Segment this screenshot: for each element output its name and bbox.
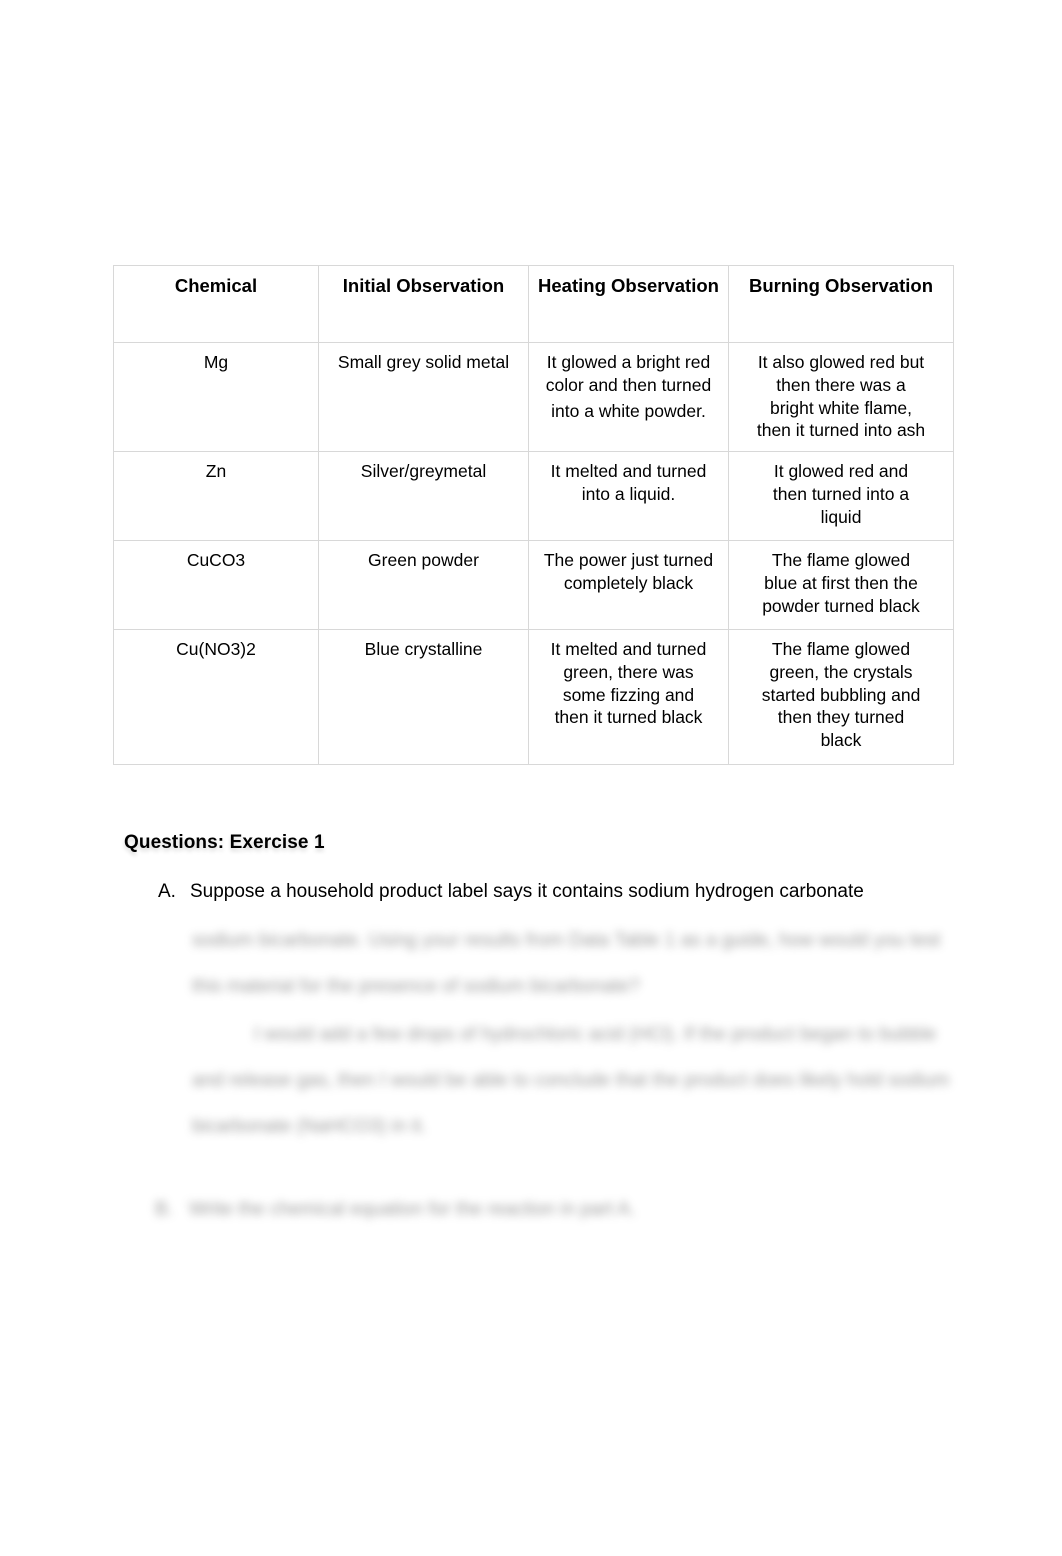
cell-line: into a white powder. (551, 400, 706, 421)
cell-line: color and then turned (545, 374, 712, 395)
cell-line: some fizzing and (562, 684, 695, 705)
list-marker-b: B. (155, 1199, 173, 1220)
cell-line: It also glowed red but (757, 352, 925, 372)
table-header-row: Chemical Initial Observation Heating Obs… (113, 265, 954, 343)
cell-burning-observation: The flame glowed blue at first then the … (728, 540, 954, 630)
cell-burning-observation: It also glowed red but then there was a … (728, 342, 954, 452)
cell-line: green, there was (563, 661, 694, 682)
table-row: Cu(NO3)2 Blue crystalline It melted and … (113, 629, 954, 765)
column-header-burning-observation: Burning Observation (728, 265, 954, 343)
cell-line: It glowed red and (773, 461, 909, 481)
questions-heading: Questions: Exercise 1 (124, 832, 325, 853)
cell-chemical: CuCO3 (113, 540, 319, 630)
cell-line: black (820, 730, 862, 750)
redacted-paragraph-1: sodium bicarbonate. Using your results f… (192, 930, 946, 997)
redacted-paragraph-2: I would add a few drops of hydrochloric … (192, 1024, 955, 1137)
cell-chemical: Mg (113, 342, 319, 452)
cell-line: It glowed a bright red (546, 352, 711, 372)
cell-chemical: Cu(NO3)2 (113, 629, 319, 765)
question-item-a: A. Suppose a household product label say… (158, 879, 948, 905)
cell-heating-observation: It glowed a bright red color and then tu… (528, 342, 729, 452)
header-line: Heating Observation (538, 275, 719, 296)
cell-initial-observation: Green powder (318, 540, 529, 630)
cell-line: into a liquid. (581, 483, 676, 504)
cell-line: It melted and turned (550, 639, 707, 659)
cell-heating-observation: It melted and turned into a liquid. (528, 451, 729, 541)
table-row: Mg Small grey solid metal It glowed a br… (113, 342, 954, 452)
cell-line: The power just turned (543, 550, 714, 570)
question-a-text: Suppose a household product label says i… (189, 881, 864, 902)
cell-burning-observation: It glowed red and then turned into a liq… (728, 451, 954, 541)
cell-line: completely black (563, 572, 694, 593)
cell-line: then it turned into ash (756, 420, 926, 441)
cell-line: bright white flame, (769, 397, 912, 418)
cell-initial-observation: Small grey solid metal (318, 342, 529, 452)
cell-heating-observation: The power just turned completely black (528, 540, 729, 630)
list-marker-a: A. (158, 881, 176, 902)
cell-line: powder turned black (762, 595, 920, 616)
cell-line: then there was a (776, 374, 906, 395)
column-header-chemical: Chemical (113, 265, 319, 343)
cell-line: The flame glowed (771, 550, 911, 570)
redacted-question-b-text: Write the chemical equation for the reac… (188, 1199, 636, 1220)
cell-line: liquid (820, 506, 862, 527)
document-page: Chemical Initial Observation Heating Obs… (0, 0, 1062, 1556)
column-header-initial-observation: Initial Observation (318, 265, 529, 343)
cell-initial-observation: Silver/greymetal (318, 451, 529, 541)
cell-heating-observation: It melted and turned green, there was so… (528, 629, 729, 765)
header-line: Burning Observation (749, 275, 933, 296)
table-row: CuCO3 Green powder The power just turned… (113, 540, 954, 630)
cell-line: The flame glowed (771, 639, 911, 659)
cell-line: then it turned black (554, 707, 703, 728)
column-header-heating-observation: Heating Observation (528, 265, 729, 343)
cell-initial-observation: Blue crystalline (318, 629, 529, 765)
cell-line: blue at first then the (764, 572, 918, 593)
table-row: Zn Silver/greymetal It melted and turned… (113, 451, 954, 541)
cell-line: It melted and turned (550, 461, 707, 481)
cell-line: then turned into a (772, 483, 910, 504)
cell-chemical: Zn (113, 451, 319, 541)
cell-burning-observation: The flame glowed green, the crystals sta… (728, 629, 954, 765)
redacted-question-item-b: B. Write the chemical equation for the r… (155, 1197, 855, 1224)
cell-line: then they turned (777, 707, 905, 728)
observation-table-container: Chemical Initial Observation Heating Obs… (113, 265, 954, 765)
cell-line: green, the crystals (769, 661, 913, 682)
observation-table: Chemical Initial Observation Heating Obs… (113, 265, 954, 765)
cell-line: started bubbling and (761, 684, 921, 705)
